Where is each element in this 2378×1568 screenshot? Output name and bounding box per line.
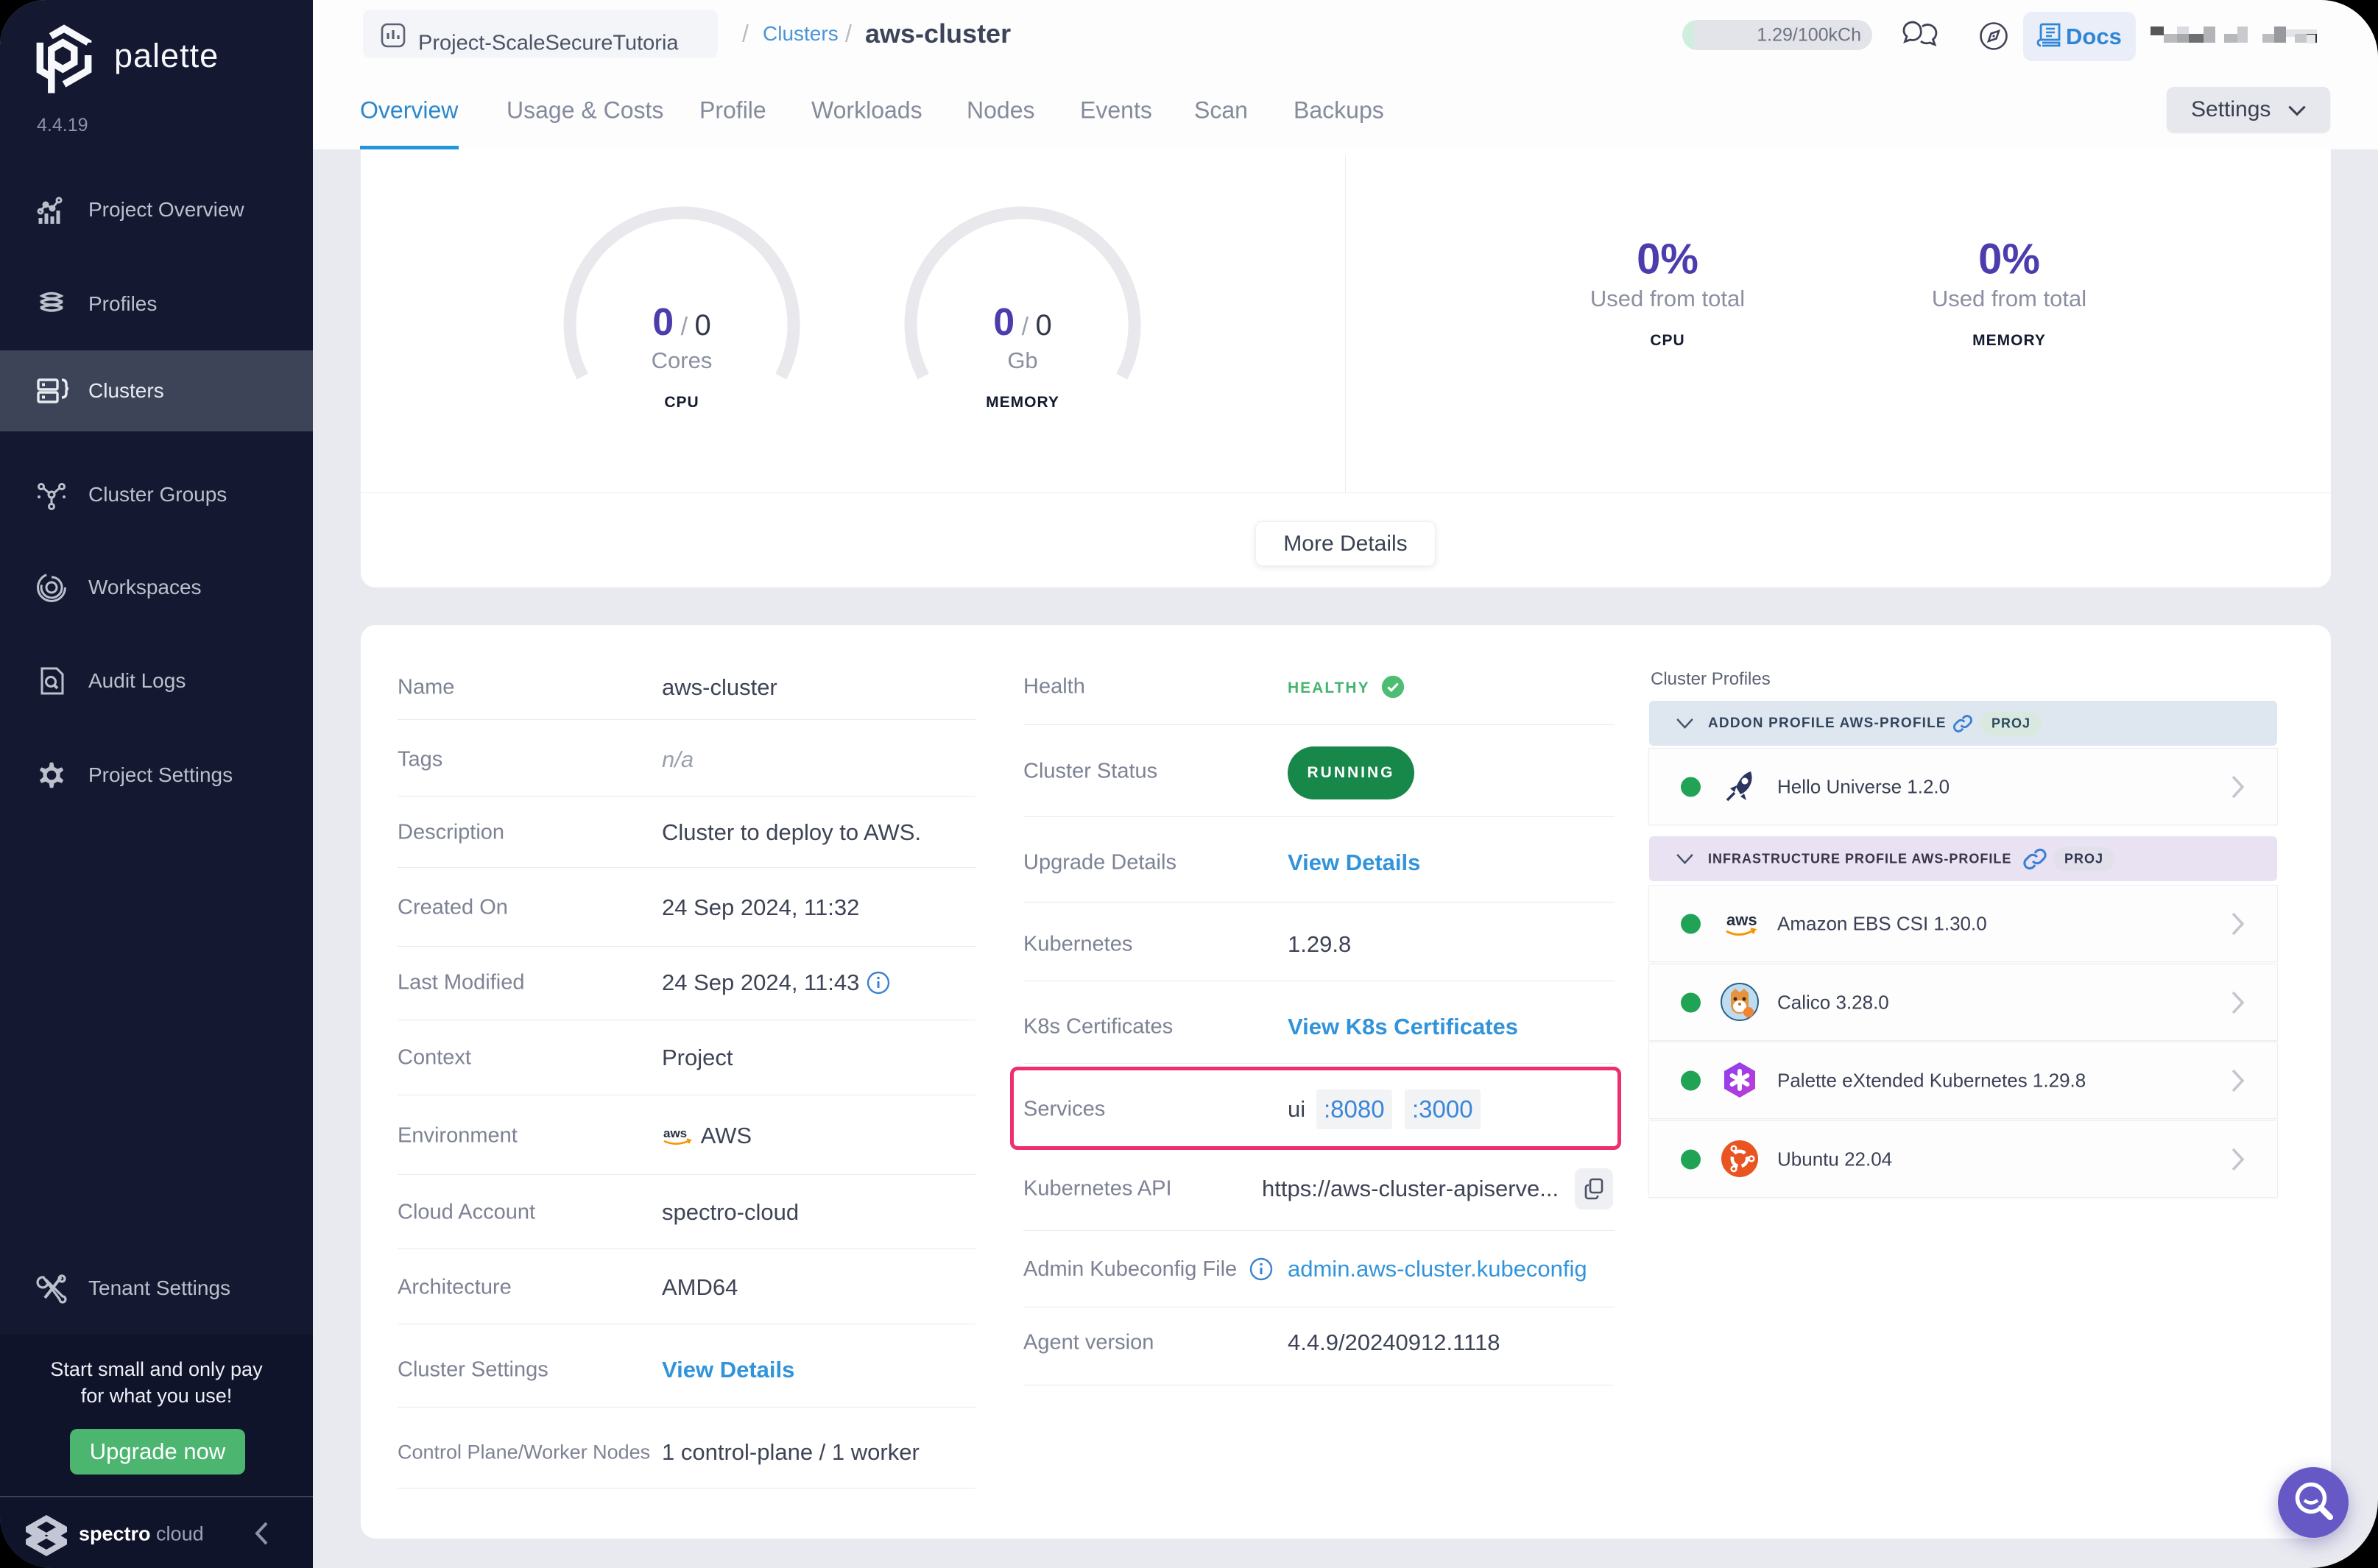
svg-text:aws: aws [663,1126,687,1140]
svg-text:aws: aws [1726,911,1757,929]
